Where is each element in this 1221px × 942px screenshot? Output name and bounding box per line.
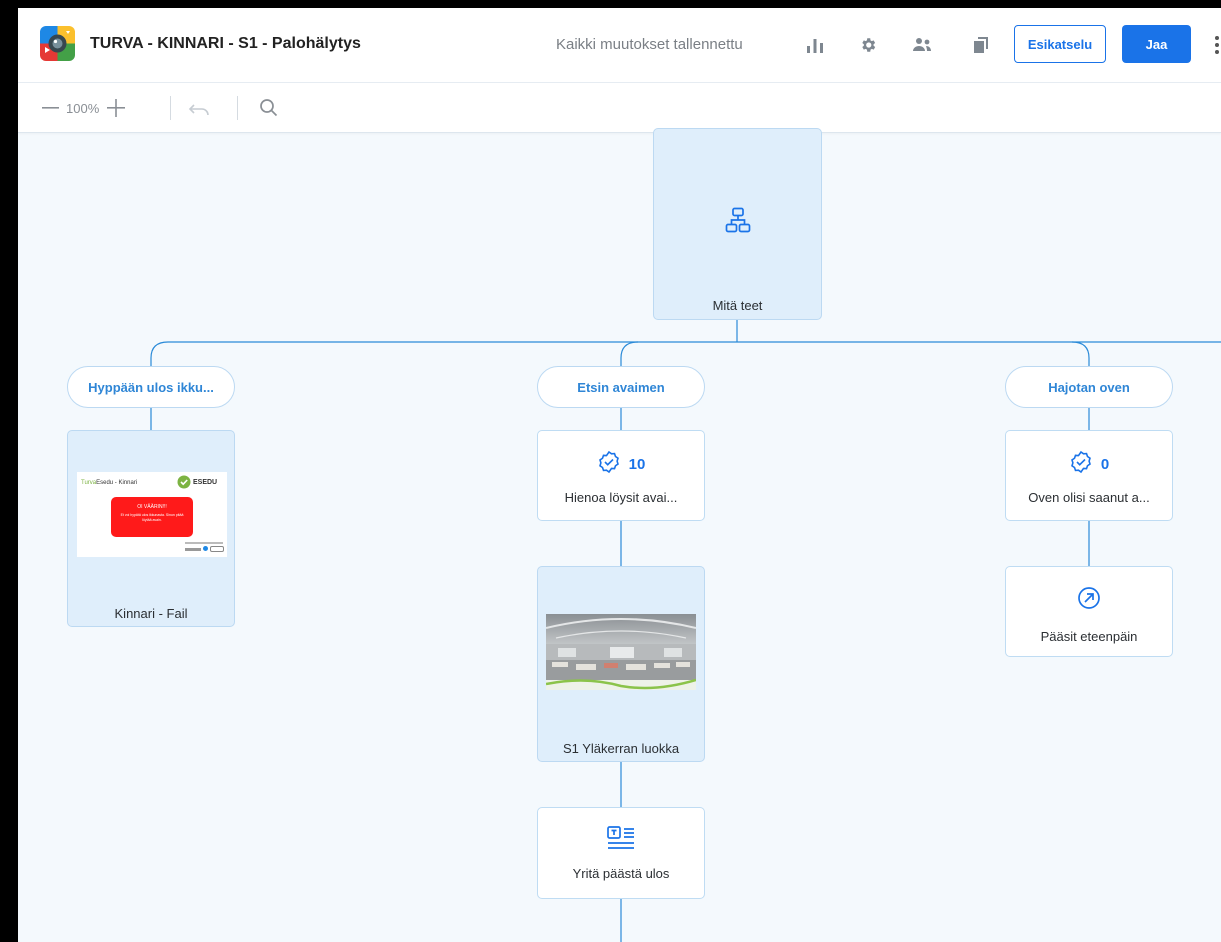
thumb-footer-badge — [210, 546, 224, 552]
score-node-key[interactable]: 10 Hienoa löysit avai... — [537, 430, 705, 521]
scene-node-classroom[interactable]: S1 Yläkerran luokka — [537, 566, 705, 762]
toolbar-divider — [237, 96, 238, 120]
badge-check-icon — [597, 450, 621, 478]
zoom-in-icon[interactable] — [104, 96, 128, 120]
choice-jump-window[interactable]: Hyppään ulos ikku... — [67, 366, 235, 408]
goto-node-forward[interactable]: Pääsit eteenpäin — [1005, 566, 1173, 657]
node-label: S1 Yläkerran luokka — [562, 741, 680, 756]
thumb-footer-line — [185, 542, 223, 544]
document-title[interactable]: TURVA - KINNARI - S1 - Palohälytys — [90, 35, 361, 53]
app-window: TURVA - KINNARI - S1 - Palohälytys Kaikk… — [18, 8, 1221, 942]
zoom-out-icon[interactable] — [40, 98, 62, 118]
scene-thumbnail — [546, 614, 696, 690]
canvas-toolbar: 100% — [18, 83, 1221, 133]
toolbar-divider — [170, 96, 171, 120]
scene-node-fail[interactable]: TurvaEsedu - Kinnari ESEDU OI VÄÄRIN!!! … — [67, 430, 235, 627]
share-button[interactable]: Jaa — [1122, 25, 1191, 63]
esedu-logo: ESEDU — [177, 475, 217, 489]
choice-find-key[interactable]: Etsin avaimen — [537, 366, 705, 408]
node-label: Yritä päästä ulos — [572, 866, 670, 881]
more-icon[interactable] — [1213, 33, 1221, 57]
undo-icon[interactable] — [188, 99, 212, 119]
settings-icon[interactable] — [857, 35, 879, 55]
node-label: Oven olisi saanut a... — [1028, 490, 1150, 505]
thumb-banner-title: OI VÄÄRIN!!! — [137, 504, 167, 510]
preview-button[interactable]: Esikatselu — [1014, 25, 1106, 63]
score-value: 0 — [1100, 455, 1110, 473]
thumb-brand: Turva — [81, 480, 97, 486]
save-status: Kaikki muutokset tallennettu — [556, 36, 743, 53]
node-label: Mitä teet — [712, 298, 763, 313]
app-logo-icon[interactable] — [40, 26, 75, 61]
thumb-banner: OI VÄÄRIN!!! Et voi hypätä ulos ikkunast… — [111, 497, 193, 537]
search-icon[interactable] — [258, 97, 280, 119]
text-node[interactable]: Yritä päästä ulos — [537, 807, 705, 899]
thumb-banner-text: Et voi hypätä ulos ikkunasta. Sinun pitä… — [120, 513, 184, 522]
story-canvas[interactable]: Mitä teet Hyppään ulos ikku... Etsin ava… — [18, 128, 1221, 942]
node-label: Hienoa löysit avai... — [564, 490, 678, 505]
copy-icon[interactable] — [970, 35, 992, 55]
badge-check-icon — [1069, 450, 1093, 478]
users-icon[interactable] — [911, 35, 933, 55]
score-value: 10 — [628, 455, 646, 473]
node-label: Kinnari - Fail — [114, 606, 188, 621]
scene-thumbnail: TurvaEsedu - Kinnari ESEDU OI VÄÄRIN!!! … — [77, 472, 227, 557]
root-node[interactable]: Mitä teet — [653, 128, 822, 320]
stats-icon[interactable] — [804, 35, 826, 55]
sitemap-icon — [725, 207, 751, 238]
thumb-logo-text: ESEDU — [193, 478, 218, 486]
arrow-up-right-icon — [1077, 586, 1101, 615]
node-label: Pääsit eteenpäin — [1040, 629, 1138, 644]
score-node-door[interactable]: 0 Oven olisi saanut a... — [1005, 430, 1173, 521]
choice-break-door[interactable]: Hajotan oven — [1005, 366, 1173, 408]
header-bar: TURVA - KINNARI - S1 - Palohälytys Kaikk… — [18, 8, 1221, 83]
thumb-brand-rest: Esedu - Kinnari — [96, 480, 138, 486]
thumb-footer-logo — [185, 548, 201, 551]
text-icon — [606, 825, 636, 858]
thumb-footer-dot — [203, 546, 208, 551]
zoom-level: 100% — [66, 101, 100, 116]
